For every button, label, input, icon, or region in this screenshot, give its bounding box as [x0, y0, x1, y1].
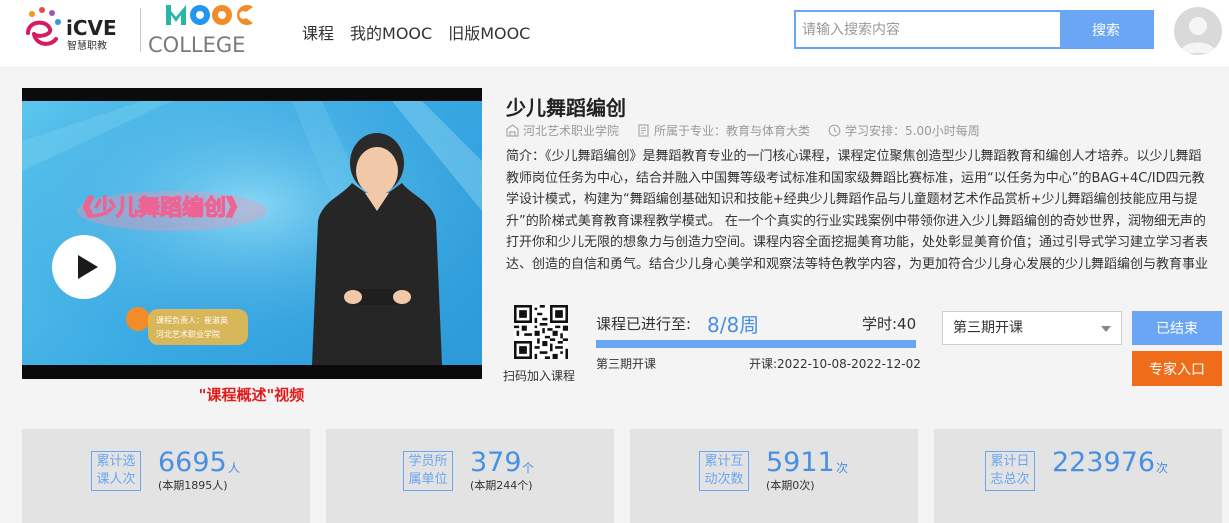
chevron-down-icon [1101, 326, 1111, 332]
clock-icon [828, 124, 841, 137]
meta-schedule-text: 学习安排：5.00小时每周 [845, 124, 980, 138]
logo-icve-sub: 智慧职教 [67, 39, 107, 52]
stat-sub: (本期1895人) [158, 479, 228, 492]
term-select-value: 第三期开课 [953, 320, 1023, 336]
mooc-college-logo[interactable]: COLLEGE [148, 4, 276, 56]
meta-school-text: 河北艺术职业学院 [523, 124, 620, 138]
stat-sub: (本期244个) [470, 479, 533, 492]
meta-major: 所属于专业：教育与体育大类 [637, 122, 810, 139]
header: iCVE 智慧职教 COLLEGE 课程 我的MOOC 旧版MOOC 搜索 [0, 0, 1229, 68]
qr-label: 扫码加入课程 [503, 369, 576, 383]
qr-code-icon[interactable] [514, 305, 568, 359]
progress-bar [596, 340, 916, 348]
stat-tag-line2: 课人次 [96, 472, 136, 487]
search-box: 搜索 [794, 10, 1154, 49]
stat-tag-line1: 学员所 [408, 454, 448, 469]
search-input[interactable] [796, 12, 1060, 47]
stat-tag: 累计选 课人次 [91, 451, 141, 491]
stat-number: 223976 [1052, 447, 1156, 478]
user-icon [1180, 17, 1216, 53]
search-button[interactable]: 搜索 [1060, 12, 1152, 47]
stat-tag: 累计日 志总次 [985, 451, 1035, 491]
progress-label: 课程已进行至: [596, 315, 692, 333]
expert-entry-button[interactable]: 专家入口 [1132, 351, 1222, 386]
avatar[interactable] [1174, 7, 1222, 55]
stat-tag-line1: 累计互 [704, 454, 744, 469]
stat-unit: 次 [1156, 461, 1169, 475]
logo-college-text: COLLEGE [148, 33, 245, 56]
term-select[interactable]: 第三期开课 [942, 311, 1122, 345]
stat-tag-line1: 累计日 [990, 454, 1030, 469]
stat-sub: (本期0次) [766, 479, 815, 492]
main-nav: 课程 我的MOOC 旧版MOOC [302, 20, 530, 44]
stat-unit: 次 [836, 461, 849, 475]
play-button[interactable] [52, 235, 116, 299]
stat-card-units: 学员所属单位 379 个 (本期244个) [326, 429, 614, 523]
stat-tag-line1: 累计选 [96, 454, 136, 469]
course-meta: 河北艺术职业学院 所属于专业：教育与体育大类 学习安排：5.00小时每周 [506, 122, 980, 139]
stat-unit: 个 [522, 461, 535, 475]
video-screen-title: 《少儿舞蹈编创》 [72, 195, 248, 221]
stat-unit: 人 [228, 461, 241, 475]
video-badge-line1: 课程负责人：崔淑英 [156, 315, 228, 325]
date-range: 开课:2022-10-08-2022-12-02 [749, 357, 921, 371]
video-thumbnail: 《少儿舞蹈编创》 课程负责人：崔淑英 河北艺术职业学院 [22, 101, 482, 365]
term-label: 第三期开课 [596, 357, 657, 371]
stat-tag-line2: 属单位 [408, 472, 448, 487]
stat-card-logs: 累计日志总次 223976 次 [934, 429, 1222, 523]
logo-icve-text: iCVE [66, 16, 117, 40]
course-intro: 简介：《少儿舞蹈编创》是舞蹈教育专业的一门核心课程，课程定位聚焦创造型少儿舞蹈教… [506, 149, 1208, 272]
play-icon [78, 255, 98, 279]
video-player[interactable]: 《少儿舞蹈编创》 课程负责人：崔淑英 河北艺术职业学院 [22, 88, 482, 379]
meta-schedule: 学习安排：5.00小时每周 [828, 122, 980, 139]
stat-number: 6695 [158, 447, 227, 478]
stat-card-interactions: 累计互动次数 5911 次 (本期0次) [630, 429, 918, 523]
progress-bar-fill [596, 340, 916, 348]
stat-card-enrollments: 累计选课人次 6695 人 (本期1895人) [22, 429, 310, 523]
meta-major-text: 所属于专业：教育与体育大类 [654, 124, 811, 138]
stat-tag-line2: 动次数 [704, 472, 744, 487]
stat-number: 379 [470, 447, 522, 478]
meta-school: 河北艺术职业学院 [506, 122, 619, 139]
nav-my-mooc[interactable]: 我的MOOC [350, 20, 432, 44]
ended-button[interactable]: 已结束 [1132, 311, 1222, 345]
stat-number: 5911 [766, 447, 835, 478]
progress-value: 8/8周 [707, 313, 760, 337]
nav-courses[interactable]: 课程 [302, 20, 334, 44]
book-icon [638, 124, 649, 137]
school-icon [506, 124, 519, 137]
icve-logo[interactable]: iCVE 智慧职教 [22, 5, 134, 55]
nav-old-mooc[interactable]: 旧版MOOC [448, 20, 530, 44]
course-title: 少儿舞蹈编创 [506, 96, 626, 120]
video-badge-line2: 河北艺术职业学院 [156, 329, 220, 339]
stat-tag: 学员所 属单位 [403, 451, 453, 491]
course-hours: 学时:40 [862, 315, 917, 333]
stat-tag: 累计互 动次数 [699, 451, 749, 491]
video-screen: 《少儿舞蹈编创》 课程负责人：崔淑英 河北艺术职业学院 [22, 101, 482, 365]
logo-divider [140, 8, 141, 52]
video-caption: "课程概述"视频 [198, 386, 305, 404]
stat-tag-line2: 志总次 [990, 472, 1030, 487]
